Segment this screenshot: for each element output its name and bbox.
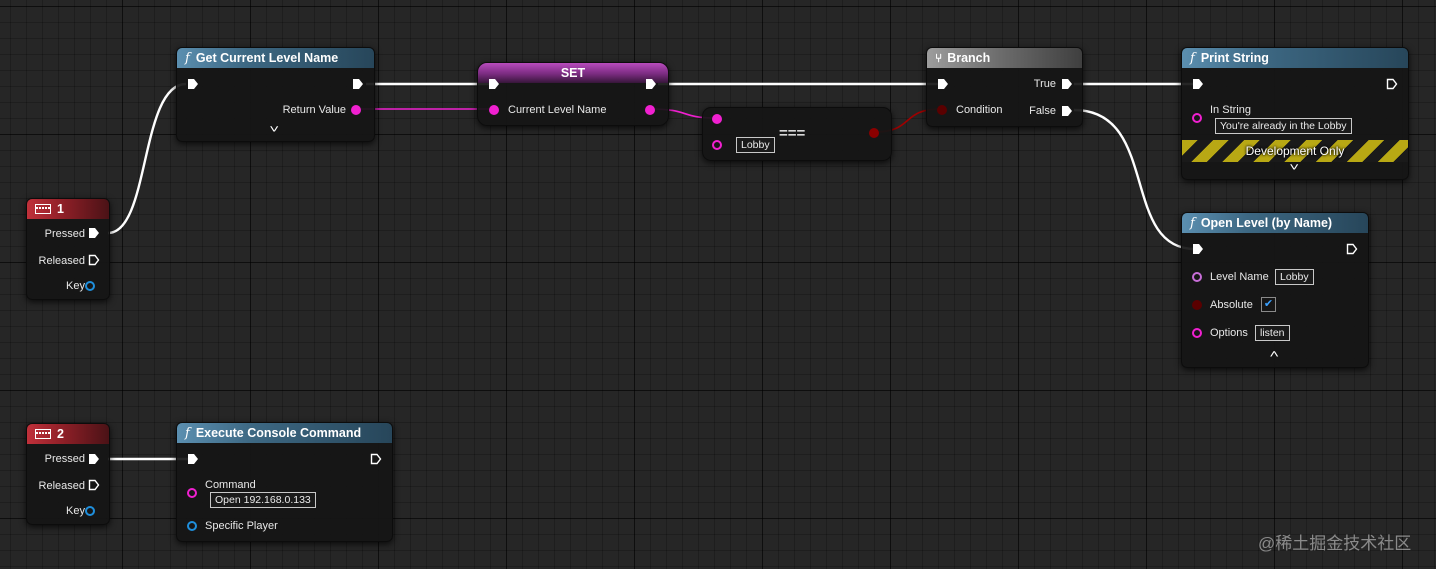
b-input-pin[interactable] bbox=[712, 140, 722, 150]
key-label: Key bbox=[66, 280, 85, 292]
key-1-header[interactable]: 1 bbox=[27, 199, 109, 219]
released-label: Released bbox=[38, 480, 85, 492]
key-1-title: 1 bbox=[57, 202, 64, 216]
equal-node[interactable]: Lobby === bbox=[702, 107, 892, 161]
pressed-exec-pin[interactable] bbox=[88, 453, 100, 465]
key-2-title: 2 bbox=[57, 427, 64, 441]
branch-title: Branch bbox=[947, 51, 991, 65]
set-header[interactable]: SET bbox=[478, 63, 668, 83]
true-exec-pin[interactable] bbox=[1061, 78, 1073, 90]
exec-out-pin[interactable] bbox=[1346, 243, 1358, 255]
false-label: False bbox=[1029, 105, 1056, 117]
function-icon: f bbox=[185, 425, 190, 441]
a-input-pin[interactable] bbox=[712, 114, 722, 124]
exec-in-pin[interactable] bbox=[1192, 78, 1204, 90]
in-string-label: In String bbox=[1210, 104, 1251, 116]
exec-out-pin[interactable] bbox=[645, 78, 657, 90]
node-title: Print String bbox=[1200, 51, 1269, 65]
key-1-event-node[interactable]: 1 Pressed Released Key bbox=[26, 198, 110, 300]
print-string-header[interactable]: f Print String bbox=[1182, 48, 1408, 68]
print-string-node[interactable]: f Print String In String You're already i… bbox=[1181, 47, 1409, 180]
exec-in-pin[interactable] bbox=[187, 78, 199, 90]
key-struct-pin[interactable] bbox=[85, 506, 95, 516]
chevron-down-icon[interactable]: ˅ bbox=[1289, 162, 1299, 174]
pressed-exec-pin[interactable] bbox=[88, 227, 100, 239]
current-level-name-out-pin[interactable] bbox=[645, 105, 655, 115]
options-field[interactable]: listen bbox=[1255, 325, 1290, 341]
function-icon: f bbox=[1190, 215, 1195, 231]
options-label: Options bbox=[1210, 327, 1248, 339]
options-pin[interactable] bbox=[1192, 328, 1202, 338]
set-title: SET bbox=[560, 66, 586, 80]
exec-out-pin[interactable] bbox=[352, 78, 364, 90]
open-level-node[interactable]: f Open Level (by Name) Level Name Lobby A… bbox=[1181, 212, 1369, 368]
lobby-literal-field[interactable]: Lobby bbox=[736, 137, 775, 153]
released-label: Released bbox=[38, 255, 85, 267]
function-icon: f bbox=[185, 50, 190, 66]
function-icon: f bbox=[1190, 50, 1195, 66]
released-exec-pin[interactable] bbox=[88, 479, 100, 491]
level-name-field[interactable]: Lobby bbox=[1275, 269, 1314, 285]
specific-player-label: Specific Player bbox=[205, 520, 278, 532]
exec-wire-key1-to-get-level bbox=[107, 82, 187, 235]
level-name-pin[interactable] bbox=[1192, 272, 1202, 282]
exec-in-pin[interactable] bbox=[1192, 243, 1204, 255]
exec-out-pin[interactable] bbox=[1386, 78, 1398, 90]
equal-operator-label: === bbox=[779, 125, 806, 142]
absolute-checkbox[interactable]: ✔ bbox=[1261, 297, 1276, 312]
pressed-label: Pressed bbox=[44, 228, 85, 240]
exec-out-pin[interactable] bbox=[370, 453, 382, 465]
branch-node[interactable]: ⑂ Branch True Condition False bbox=[926, 47, 1083, 127]
current-level-name-label: Current Level Name bbox=[508, 104, 607, 116]
condition-label: Condition bbox=[956, 104, 1003, 116]
exec-in-pin[interactable] bbox=[187, 453, 199, 465]
execute-console-command-node[interactable]: f Execute Console Command Command Open 19… bbox=[176, 422, 393, 542]
keyboard-icon bbox=[35, 429, 51, 439]
chevron-up-icon[interactable]: ˄ bbox=[1269, 349, 1279, 361]
command-pin[interactable] bbox=[187, 488, 197, 498]
level-name-label: Level Name bbox=[1210, 271, 1269, 283]
result-bool-pin[interactable] bbox=[869, 128, 879, 138]
command-label: Command bbox=[205, 479, 256, 491]
keyboard-icon bbox=[35, 204, 51, 214]
exec-in-pin[interactable] bbox=[937, 78, 949, 90]
absolute-pin[interactable] bbox=[1192, 300, 1202, 310]
in-string-field[interactable]: You're already in the Lobby bbox=[1215, 118, 1352, 134]
return-value-label: Return Value bbox=[282, 104, 346, 116]
node-title: Open Level (by Name) bbox=[1200, 216, 1333, 230]
branch-icon: ⑂ bbox=[935, 51, 943, 65]
branch-header[interactable]: ⑂ Branch bbox=[927, 48, 1082, 68]
pressed-label: Pressed bbox=[44, 453, 85, 465]
chevron-down-icon[interactable]: ˅ bbox=[269, 124, 279, 136]
absolute-label: Absolute bbox=[1210, 299, 1253, 311]
key-label: Key bbox=[66, 505, 85, 517]
node-title: Get Current Level Name bbox=[195, 51, 339, 65]
current-level-name-in-pin[interactable] bbox=[489, 105, 499, 115]
get-current-level-name-header[interactable]: f Get Current Level Name bbox=[177, 48, 374, 68]
return-value-pin[interactable] bbox=[351, 105, 361, 115]
checkmark-icon: ✔ bbox=[1263, 298, 1274, 310]
exec-in-pin[interactable] bbox=[488, 78, 500, 90]
false-exec-pin[interactable] bbox=[1061, 105, 1073, 117]
condition-pin[interactable] bbox=[937, 105, 947, 115]
set-variable-node[interactable]: SET Current Level Name bbox=[477, 62, 669, 126]
watermark: @稀土掘金技术社区 bbox=[1258, 534, 1412, 553]
key-2-header[interactable]: 2 bbox=[27, 424, 109, 444]
open-level-header[interactable]: f Open Level (by Name) bbox=[1182, 213, 1368, 233]
key-struct-pin[interactable] bbox=[85, 281, 95, 291]
released-exec-pin[interactable] bbox=[88, 254, 100, 266]
execute-console-command-header[interactable]: f Execute Console Command bbox=[177, 423, 392, 443]
command-field[interactable]: Open 192.168.0.133 bbox=[210, 492, 316, 508]
development-only-label: Development Only bbox=[1245, 144, 1345, 158]
node-title: Execute Console Command bbox=[195, 426, 362, 440]
get-current-level-name-node[interactable]: f Get Current Level Name Return Value ˅ bbox=[176, 47, 375, 142]
in-string-pin[interactable] bbox=[1192, 113, 1202, 123]
exec-wire-false-to-open-level bbox=[1073, 108, 1196, 251]
specific-player-pin[interactable] bbox=[187, 521, 197, 531]
true-label: True bbox=[1033, 78, 1056, 90]
key-2-event-node[interactable]: 2 Pressed Released Key bbox=[26, 423, 110, 525]
